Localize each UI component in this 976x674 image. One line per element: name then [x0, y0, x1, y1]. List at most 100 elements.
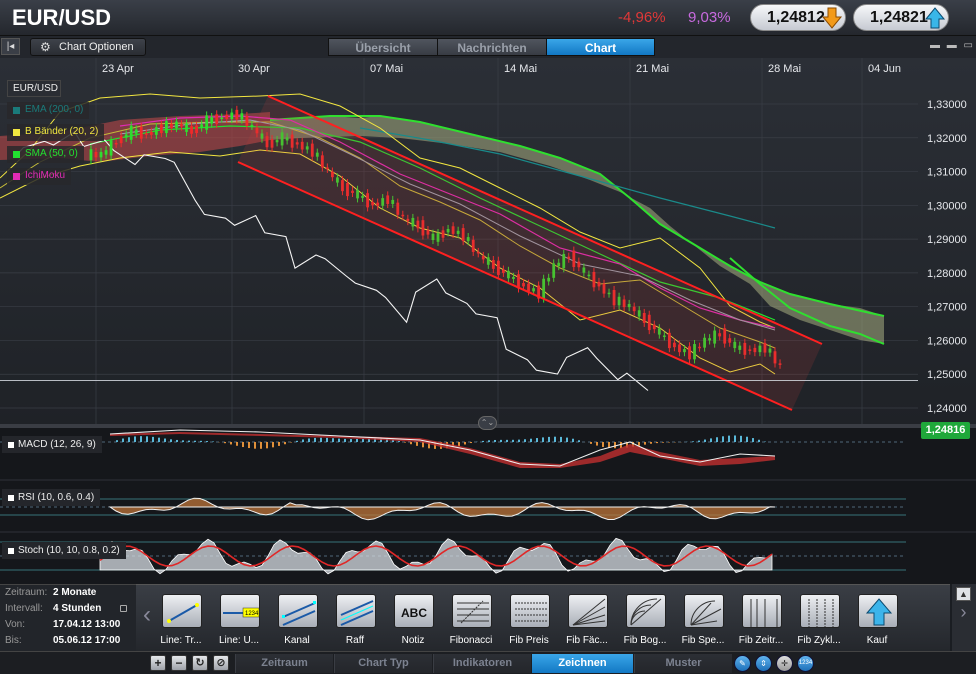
tool-fib-speed[interactable]: Fib Spe...	[676, 591, 730, 649]
tool-channel[interactable]: Kanal	[270, 591, 324, 649]
fib-time-icon	[742, 594, 782, 628]
lock-icon[interactable]	[120, 605, 127, 612]
buy-price-button[interactable]: 1,24821	[853, 4, 949, 31]
collapse-panel-button[interactable]: |◂	[1, 38, 20, 55]
gear-icon: ⚙	[40, 40, 51, 54]
candle-body	[154, 127, 158, 135]
current-price-tag: 1,24816	[921, 422, 970, 439]
macd-histogram-bar	[758, 439, 760, 442]
macd-histogram-bar	[716, 437, 718, 442]
rsi-label[interactable]: RSI (10, 0.6, 0.4)	[2, 489, 101, 506]
macd-label[interactable]: MACD (12, 26, 9)	[2, 436, 102, 453]
sma-swatch	[13, 151, 20, 158]
macd-histogram-bar	[266, 442, 268, 449]
zoom-out-button[interactable]: −	[171, 655, 187, 671]
x-tick-label: 14 Mai	[504, 63, 537, 75]
macd-histogram-bar	[656, 442, 658, 444]
macd-histogram-bar	[614, 442, 616, 449]
legend-ema[interactable]: EMA (200, 0)	[7, 102, 90, 119]
info-key: Von:	[5, 619, 26, 630]
sell-price-button[interactable]: 1,24812	[750, 4, 846, 31]
macd-histogram-bar	[530, 438, 532, 442]
price-chart-area[interactable]: 23 Apr 30 Apr 07 Mai 14 Mai 21 Mai 28 Mai 04 J…	[0, 58, 976, 584]
fib-fan-icon	[568, 594, 608, 628]
ask-price: 1,24821	[870, 9, 928, 26]
candle-body	[144, 133, 148, 135]
macd-histogram-bar	[146, 436, 148, 442]
macd-histogram-bar	[200, 440, 202, 442]
bottom-tab-chart-type[interactable]: Chart Typ	[334, 654, 432, 673]
candle-body	[170, 123, 173, 129]
bottom-tab-patterns[interactable]: Muster	[634, 654, 732, 673]
fibonacci-icon	[452, 594, 492, 628]
scroll-right-icon[interactable]: ›	[956, 603, 971, 621]
tab-chart[interactable]: Chart	[546, 38, 655, 56]
bottom-tab-indicators[interactable]: Indikatoren	[433, 654, 531, 673]
window-controls[interactable]: ▬ ▬ ▭	[930, 40, 975, 51]
candle-body	[235, 109, 239, 120]
pencil-icon[interactable]: ✎	[734, 655, 751, 672]
value-icon[interactable]: 1234	[797, 655, 814, 672]
stoch-label[interactable]: Stoch (10, 10, 0.8, 0.2)	[2, 542, 126, 559]
tool-fib-price[interactable]: Fib Preis	[502, 591, 556, 649]
stoch-label-text: Stoch (10, 10, 0.8, 0.2)	[18, 545, 120, 556]
y-tick-label: 1,24000	[927, 403, 967, 415]
macd-histogram-bar	[710, 438, 712, 442]
tool-fib-arc[interactable]: Fib Bog...	[618, 591, 672, 649]
tool-fibonacci[interactable]: Fibonacci	[444, 591, 498, 649]
info-key: Intervall:	[5, 603, 43, 614]
legend-ema-label: EMA (200, 0)	[25, 104, 84, 115]
tool-fib-fan[interactable]: Fib Fäc...	[560, 591, 614, 649]
chart-options-button[interactable]: ⚙ Chart Optionen	[30, 38, 146, 56]
legend-bollinger-label: B Bänder (20, 2)	[25, 126, 99, 137]
x-tick-label: 28 Mai	[768, 63, 801, 75]
legend-bollinger[interactable]: B Bänder (20, 2)	[7, 124, 105, 141]
macd-histogram-bar	[182, 440, 184, 442]
crosshair-icon[interactable]: ✛	[776, 655, 793, 672]
clear-button[interactable]: ⊘	[213, 655, 229, 671]
legend-instrument: EUR/USD	[7, 80, 61, 97]
tool-fib-time[interactable]: Fib Zeitr...	[734, 591, 788, 649]
zoom-in-button[interactable]: +	[150, 655, 166, 671]
macd-histogram-bar	[398, 441, 400, 442]
macd-histogram-bar	[464, 442, 466, 445]
tool-buy-arrow[interactable]: Kauf	[850, 591, 904, 649]
tool-line-value[interactable]: 1234 Line: U...	[212, 591, 266, 649]
x-tick-label: 23 Apr	[102, 63, 134, 75]
x-tick-label: 30 Apr	[238, 63, 270, 75]
change-percent-secondary: 9,03%	[688, 9, 731, 26]
rsi-label-text: RSI (10, 0.6, 0.4)	[18, 492, 95, 503]
bottom-tab-period[interactable]: Zeitraum	[235, 654, 333, 673]
legend-sma[interactable]: SMA (50, 0)	[7, 146, 84, 163]
macd-histogram-bar	[116, 440, 118, 442]
macd-histogram-bar	[542, 437, 544, 442]
scroll-top-button[interactable]: ▲	[956, 587, 971, 601]
macd-histogram-bar	[734, 435, 736, 442]
macd-histogram-bar	[122, 438, 124, 442]
tab-overview[interactable]: Übersicht	[328, 38, 438, 56]
macd-histogram-bar	[314, 437, 316, 442]
bottom-tab-draw[interactable]: Zeichnen	[532, 654, 633, 673]
rsi-swatch	[8, 495, 14, 501]
resize-handle[interactable]: ⌃⌄	[478, 416, 497, 430]
candle-body	[165, 121, 168, 134]
tool-label: Fib Bog...	[623, 635, 667, 646]
macd-histogram-bar	[242, 442, 244, 448]
macd-histogram-bar	[746, 436, 748, 442]
tool-fib-cycle[interactable]: Fib Zykl...	[792, 591, 846, 649]
legend-ichimoku[interactable]: IchiMoku	[7, 168, 72, 185]
macd-histogram-bar	[602, 442, 604, 447]
info-row-period: Zeitraum: 2 Monate	[5, 587, 133, 603]
macd-histogram-bar	[152, 436, 154, 442]
price-chart[interactable]: 23 Apr 30 Apr 07 Mai 14 Mai 21 Mai 28 Mai 04 J…	[0, 58, 976, 584]
macd-histogram-bar	[524, 439, 526, 442]
tool-trendline[interactable]: Line: Tr...	[154, 591, 208, 649]
refresh-button[interactable]: ↻	[192, 655, 208, 671]
tools-scroll-controls: ▲ ›	[952, 584, 976, 651]
candle-body	[200, 124, 204, 128]
tool-note[interactable]: ABC Notiz	[386, 591, 440, 649]
tool-label: Fib Preis	[509, 635, 549, 646]
tool-raff-channel[interactable]: Raff	[328, 591, 382, 649]
tab-news[interactable]: Nachrichten	[437, 38, 547, 56]
up-down-icon[interactable]: ⇕	[755, 655, 772, 672]
